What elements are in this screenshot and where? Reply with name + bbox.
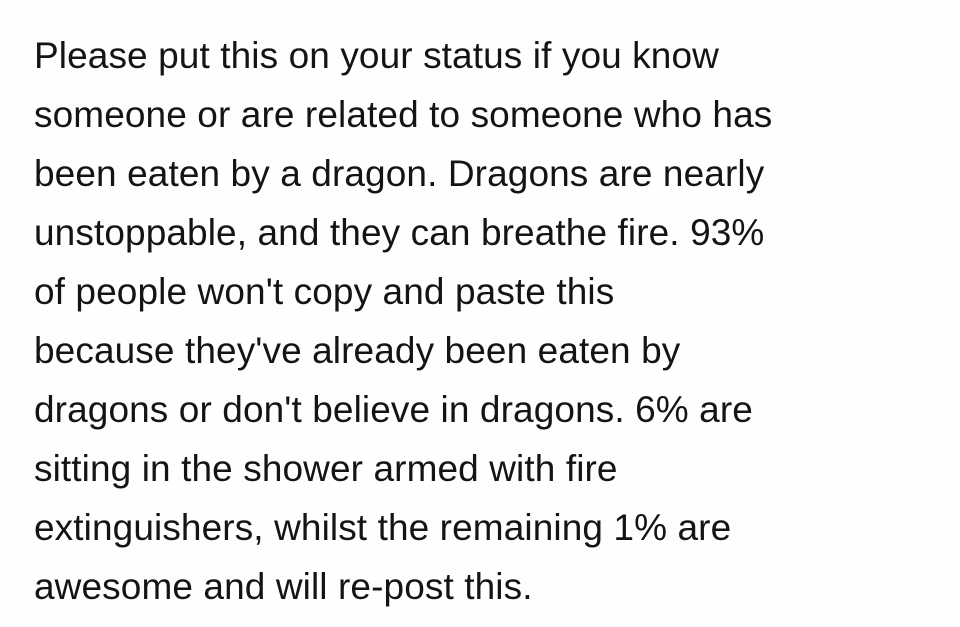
status-post: Please put this on your status if you kn… <box>0 0 960 627</box>
post-text-line: because they've already been eaten by <box>34 330 681 371</box>
post-text-line: been eaten by a dragon. Dragons are near… <box>34 153 765 194</box>
post-text: Please put this on your status if you kn… <box>34 26 940 616</box>
post-text-line: unstoppable, and they can breathe fire. … <box>34 212 765 253</box>
post-text-line: of people won't copy and paste this <box>34 271 615 312</box>
post-text-line: Please put this on your status if you kn… <box>34 35 719 76</box>
post-text-line: awesome and will re-post this. <box>34 566 533 607</box>
post-text-line: dragons or don't believe in dragons. 6% … <box>34 389 753 430</box>
post-text-line: sitting in the shower armed with fire <box>34 448 618 489</box>
post-text-line: extinguishers, whilst the remaining 1% a… <box>34 507 732 548</box>
post-text-line: someone or are related to someone who ha… <box>34 94 773 135</box>
